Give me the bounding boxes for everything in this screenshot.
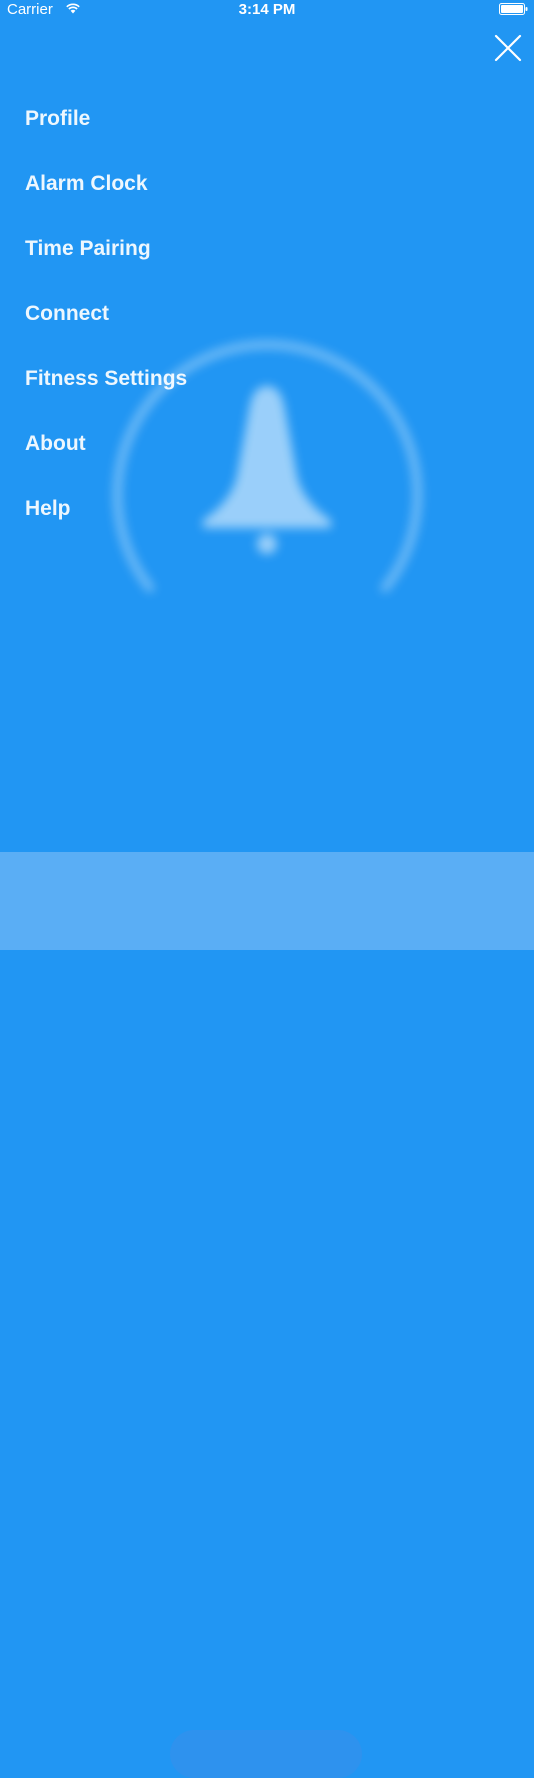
menu-item-alarm-clock[interactable]: Alarm Clock bbox=[25, 168, 187, 233]
menu-item-help[interactable]: Help bbox=[25, 493, 187, 558]
background-pill-button bbox=[170, 1730, 362, 1778]
menu-item-profile[interactable]: Profile bbox=[25, 103, 187, 168]
battery-icon bbox=[499, 3, 528, 15]
status-time: 3:14 PM bbox=[238, 1, 296, 18]
status-bar: Carrier 3:14 PM bbox=[0, 0, 534, 20]
menu-item-time-pairing[interactable]: Time Pairing bbox=[25, 233, 187, 298]
side-menu: Profile Alarm Clock Time Pairing Connect… bbox=[25, 103, 187, 558]
menu-item-connect[interactable]: Connect bbox=[25, 298, 187, 363]
menu-item-about[interactable]: About bbox=[25, 428, 187, 493]
bottom-bar bbox=[0, 852, 534, 1778]
menu-item-fitness-settings[interactable]: Fitness Settings bbox=[25, 363, 187, 428]
close-icon[interactable] bbox=[492, 32, 524, 64]
bell-icon bbox=[203, 386, 331, 554]
